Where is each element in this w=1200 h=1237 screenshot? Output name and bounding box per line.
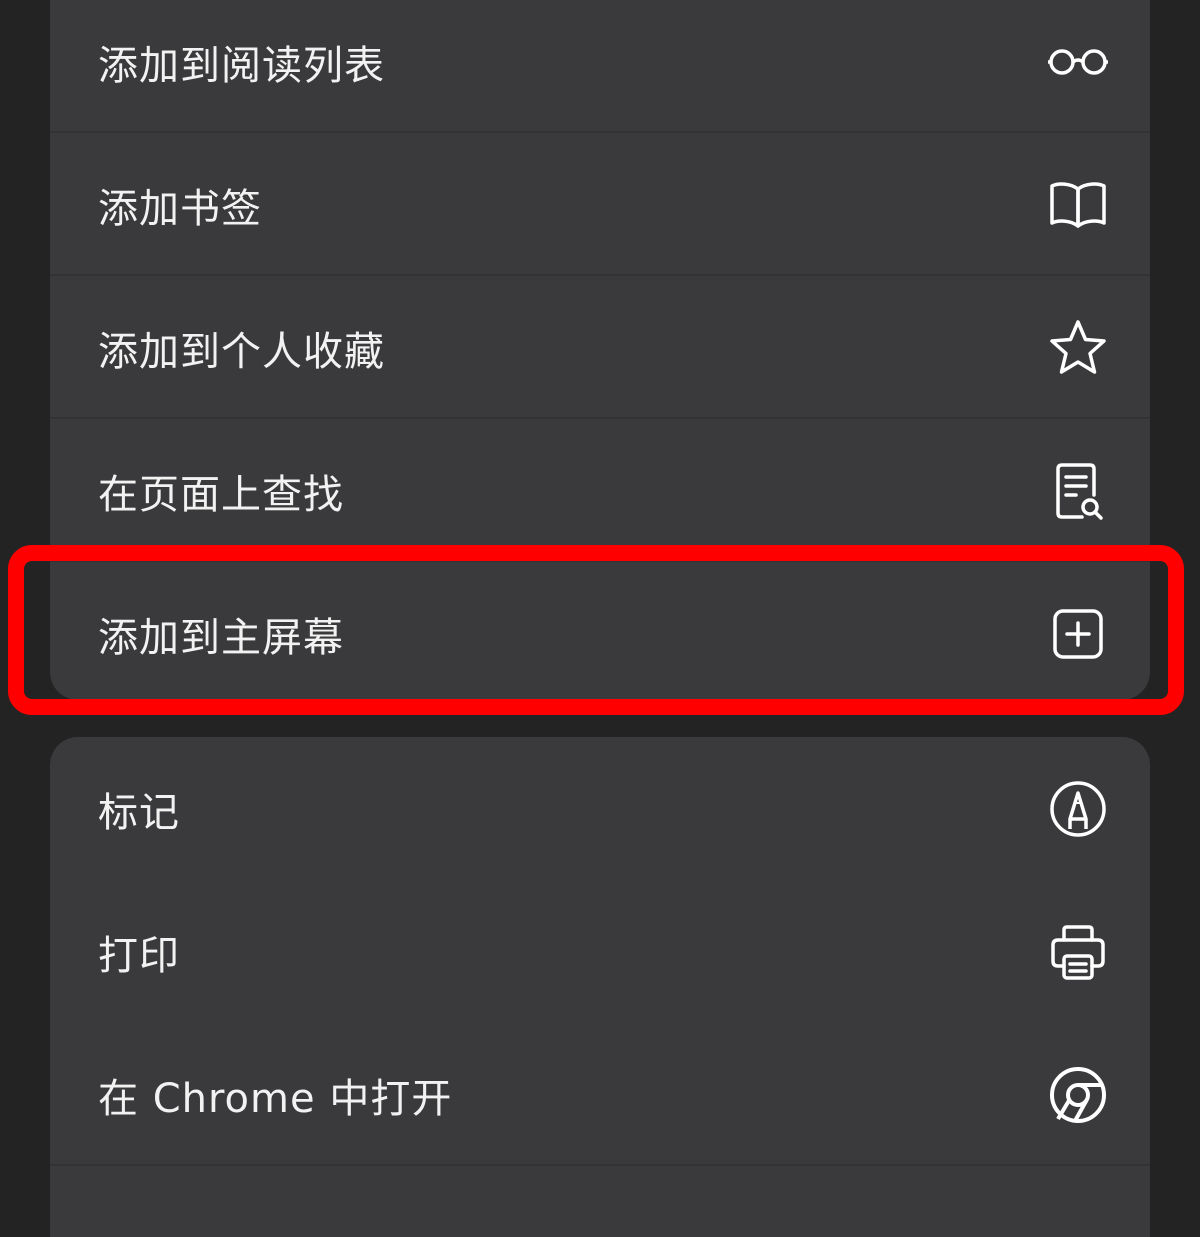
menu-item-label: 在页面上查找 xyxy=(98,471,344,518)
menu-item-find-on-page[interactable]: 在页面上查找 xyxy=(50,419,1150,562)
menu-item-label: 添加到阅读列表 xyxy=(98,42,385,89)
menu-item-print[interactable]: 打印 xyxy=(50,880,1150,1023)
share-menu-group-1: 添加到阅读列表 添加书签 添加到个人收藏 在页面上查找 添加到主屏幕 xyxy=(50,0,1150,700)
book-icon xyxy=(1046,173,1110,237)
markup-pen-icon xyxy=(1046,777,1110,841)
glasses-icon xyxy=(1046,30,1110,94)
star-icon xyxy=(1046,316,1110,380)
menu-item-label: 添加到主屏幕 xyxy=(98,614,344,661)
menu-item-add-to-home-screen[interactable]: 添加到主屏幕 xyxy=(50,562,1150,700)
menu-item-add-to-favorites[interactable]: 添加到个人收藏 xyxy=(50,276,1150,419)
menu-item-label: 在 Chrome 中打开 xyxy=(98,1075,453,1122)
chrome-icon xyxy=(1046,1063,1110,1127)
menu-item-add-to-reading-list[interactable]: 添加到阅读列表 xyxy=(50,0,1150,133)
menu-item-open-in-chrome[interactable]: 在 Chrome 中打开 xyxy=(50,1023,1150,1166)
find-in-page-icon xyxy=(1046,459,1110,523)
menu-item-label: 打印 xyxy=(98,932,180,979)
menu-item-label: 添加书签 xyxy=(98,185,262,232)
menu-item-add-bookmark[interactable]: 添加书签 xyxy=(50,133,1150,276)
menu-item-label: 添加到个人收藏 xyxy=(98,328,385,375)
share-menu-group-2: 标记 打印 在 Chrome 中打开 xyxy=(50,737,1150,1237)
menu-item-label: 标记 xyxy=(98,789,180,836)
add-square-icon xyxy=(1046,602,1110,666)
menu-item-markup[interactable]: 标记 xyxy=(50,737,1150,880)
divider xyxy=(50,1164,1150,1166)
printer-icon xyxy=(1046,920,1110,984)
